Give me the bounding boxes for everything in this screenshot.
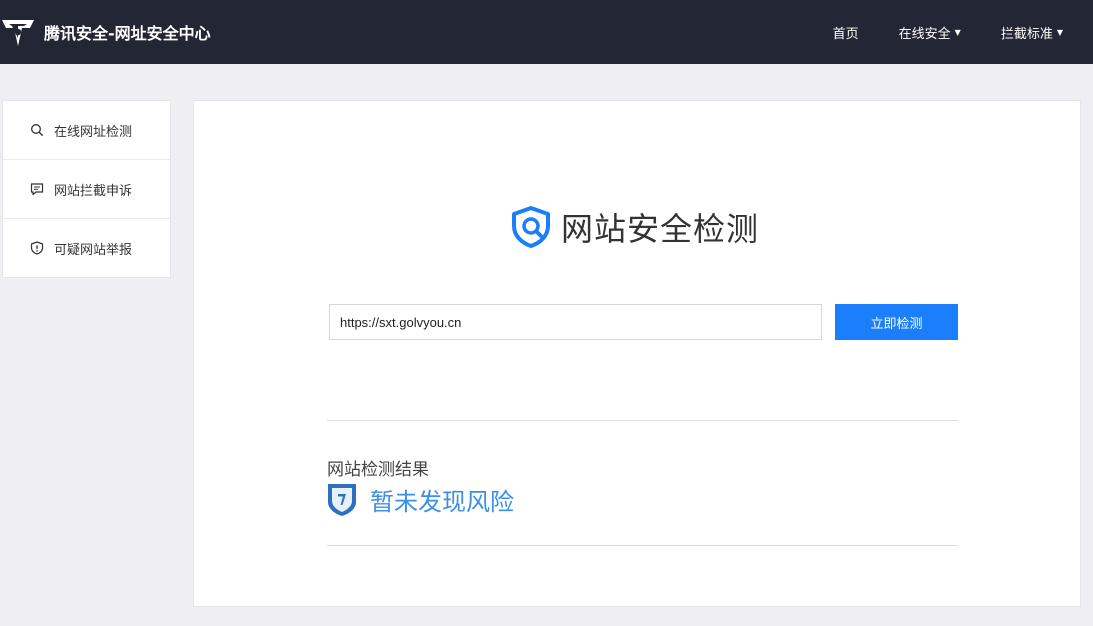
- divider: [327, 420, 958, 421]
- top-navbar: 腾讯安全-网址安全中心 首页 在线安全 ▼ 拦截标准 ▼: [0, 0, 1093, 64]
- caret-down-icon: ▼: [954, 27, 961, 37]
- result-text: 暂未发现风险: [370, 488, 514, 516]
- check-now-button[interactable]: 立即检测: [835, 304, 958, 340]
- shield-alert-icon: [30, 241, 44, 255]
- url-input[interactable]: [329, 304, 822, 340]
- sidebar-item-url-check[interactable]: 在线网址检测: [3, 101, 170, 160]
- sidebar-item-appeal[interactable]: 网站拦截申诉: [3, 160, 170, 219]
- message-icon: [30, 183, 44, 196]
- sidebar-item-label: 可疑网站举报: [54, 242, 133, 258]
- top-nav: 首页 在线安全 ▼ 拦截标准 ▼: [793, 0, 1063, 64]
- nav-label: 首页: [832, 26, 859, 42]
- divider: [327, 545, 958, 546]
- sidebar-item-report[interactable]: 可疑网站举报: [3, 219, 170, 277]
- main-panel: 网站安全检测 立即检测 网站检测结果 暂未发现风险: [193, 100, 1081, 607]
- sidebar-item-label: 在线网址检测: [54, 124, 133, 140]
- site-title: 腾讯安全-网址安全中心: [44, 24, 211, 43]
- result-status: 暂未发现风险: [327, 482, 514, 517]
- page-title: 网站安全检测: [561, 210, 760, 248]
- brand[interactable]: 腾讯安全-网址安全中心: [0, 0, 211, 64]
- page-title-block: 网站安全检测: [509, 204, 759, 250]
- sidebar-item-label: 网站拦截申诉: [54, 183, 133, 199]
- search-icon: [31, 124, 44, 137]
- nav-online-security[interactable]: 在线安全 ▼: [899, 23, 961, 42]
- tencent-security-logo-icon: [2, 20, 34, 46]
- result-heading: 网站检测结果: [327, 460, 429, 480]
- nav-label: 拦截标准: [1000, 26, 1053, 42]
- sidebar: 在线网址检测 网站拦截申诉 可疑网站举报: [2, 100, 171, 278]
- nav-home[interactable]: 首页: [833, 23, 859, 42]
- caret-down-icon: ▼: [1056, 27, 1063, 37]
- shield-search-icon: [512, 206, 550, 248]
- shield-safe-icon: [328, 483, 356, 516]
- nav-block-standard[interactable]: 拦截标准 ▼: [1001, 23, 1063, 42]
- nav-label: 在线安全: [898, 26, 951, 42]
